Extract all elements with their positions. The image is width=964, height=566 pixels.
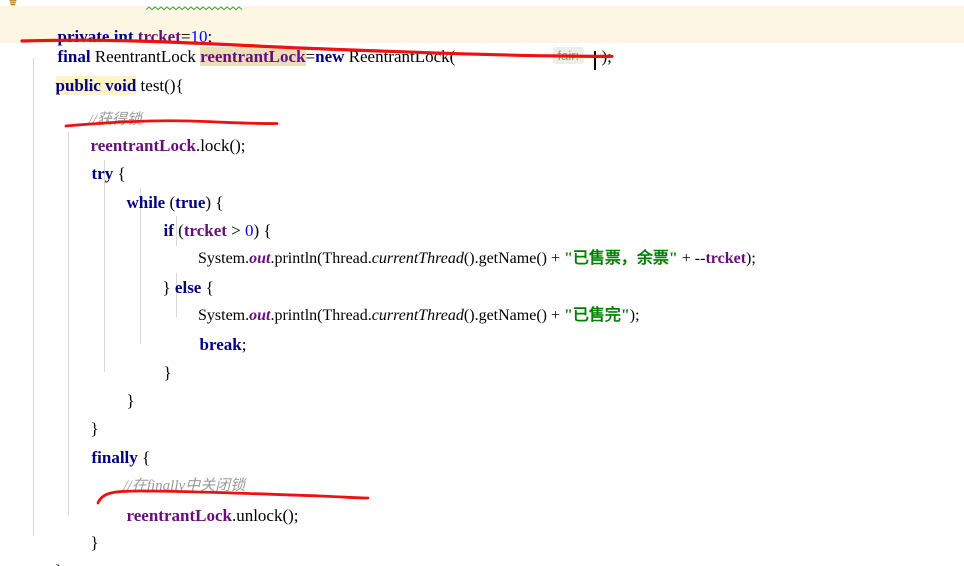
code-line-19[interactable]: } [0,528,964,566]
code-line-20-text: @Override [66,556,168,566]
code-line-8[interactable]: System.out.println(Thread.currentThread(… [0,216,964,267]
code-line-13[interactable]: } [0,358,964,410]
code-line-2[interactable]: public void test(){ [0,43,964,95]
code-line-15[interactable]: finally { [0,415,964,467]
code-line-11[interactable]: break; [0,302,964,354]
code-line-1[interactable]: final ReentrantLock reentrantLock=new Re… [0,14,964,70]
code-line-6[interactable]: while (true) { [0,160,964,212]
lightbulb-icon[interactable] [6,0,20,6]
code-line-10[interactable]: System.out.println(Thread.currentThread(… [0,273,964,324]
code-line-4[interactable]: reentrantLock.lock(); [0,103,964,155]
code-line-5[interactable]: try { [0,131,964,183]
code-line-7[interactable]: if (trcket > 0) { [0,188,964,240]
code-line-16[interactable]: //在finally中关闭锁 [0,443,964,494]
code-line-3[interactable]: //获得锁 [0,77,964,128]
code-line-18[interactable]: } [0,500,964,552]
code-line-20[interactable]: @Override [0,556,964,566]
error-squiggle-icon [146,6,243,11]
code-editor[interactable]: private int trcket=10; final ReentrantLo… [0,0,964,566]
code-line-12[interactable]: } [0,330,964,382]
code-line-9[interactable]: } else { [0,245,964,297]
code-line-17[interactable]: reentrantLock.unlock(); [0,473,964,525]
code-line-14[interactable]: } [0,386,964,438]
